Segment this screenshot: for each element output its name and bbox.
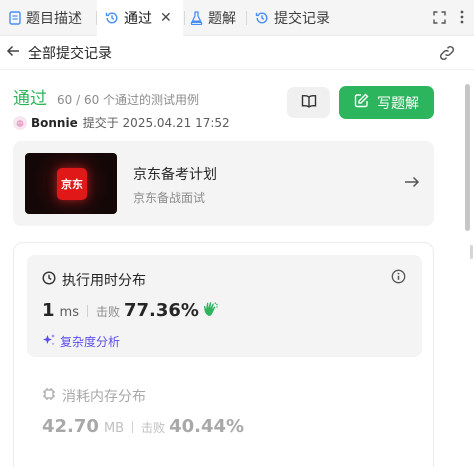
beat-label: 击败	[141, 421, 166, 435]
notebook-button[interactable]	[287, 87, 330, 118]
runtime-title: 执行用时分布	[42, 270, 146, 290]
write-solution-button[interactable]: 写题解	[339, 86, 434, 119]
memory-card[interactable]: 消耗内存分布 42.70 MB 击败 40.44%	[27, 371, 422, 467]
runtime-value: 1	[42, 300, 55, 321]
promo-subtitle: 京东备战面试	[133, 191, 206, 205]
submission-status: 通过 60 / 60 个通过的测试用例 Bonnie 提交于 2025.04.2…	[13, 84, 230, 131]
divider	[132, 420, 134, 433]
testcase-count: 60 / 60 个通过的测试用例	[57, 93, 200, 107]
breadcrumb: 全部提交记录	[0, 36, 474, 70]
complexity-analysis-link[interactable]: 复杂度分析	[42, 333, 120, 350]
tab-actions	[433, 0, 464, 36]
resize-handle[interactable]	[470, 245, 473, 259]
link-icon[interactable]	[438, 45, 456, 65]
more-icon[interactable]	[460, 9, 464, 28]
tab-divider	[246, 11, 247, 25]
promo-thumbnail: 京东	[25, 153, 117, 214]
back-title[interactable]: 全部提交记录	[28, 43, 112, 63]
info-icon[interactable]	[391, 269, 406, 288]
runtime-title-label: 执行用时分布	[62, 273, 146, 289]
beat-label: 击败	[95, 305, 120, 319]
username[interactable]: Bonnie	[31, 116, 78, 130]
memory-unit: MB	[103, 421, 125, 436]
scrollbar-thumb[interactable]	[465, 84, 470, 231]
clock-icon	[42, 271, 56, 289]
tab-description-label: 题目描述	[26, 11, 82, 27]
tab-solutions[interactable]: 题解	[190, 0, 236, 36]
expand-icon[interactable]	[433, 9, 446, 28]
divider	[86, 304, 88, 317]
history-icon	[255, 11, 269, 25]
promo-title: 京东备考计划	[133, 167, 217, 183]
tab-bar: 题目描述 通过 ✕ 题解 提交记录	[0, 0, 474, 36]
document-icon	[9, 11, 21, 25]
memory-title-label: 消耗内存分布	[62, 389, 146, 405]
status-label: 通过	[13, 89, 47, 109]
tab-solutions-label: 题解	[208, 11, 236, 27]
back-arrow-icon[interactable]	[6, 43, 20, 62]
memory-value: 42.70	[42, 416, 99, 437]
complexity-label: 复杂度分析	[60, 335, 121, 349]
runtime-unit: ms	[59, 305, 79, 320]
tab-accepted-label: 通过	[124, 11, 152, 27]
memory-beat-percent: 40.44%	[169, 416, 245, 437]
history-icon	[105, 11, 119, 25]
tab-submissions-label: 提交记录	[274, 11, 330, 27]
close-icon[interactable]: ✕	[160, 10, 172, 26]
tab-description[interactable]: 题目描述	[9, 0, 82, 36]
avatar[interactable]	[13, 115, 27, 130]
promo-card[interactable]: 京东 京东备考计划 京东备战面试	[13, 141, 434, 226]
stats-panel: 执行用时分布 1 ms 击败 77.36% 复杂度分析 消耗内存分布 42.70…	[13, 242, 434, 467]
runtime-card[interactable]: 执行用时分布 1 ms 击败 77.36% 复杂度分析	[27, 255, 422, 357]
memory-metric: 42.70 MB 击败 40.44%	[42, 416, 244, 437]
tab-accepted[interactable]: 通过 ✕	[97, 0, 183, 36]
jd-logo: 京东	[57, 168, 87, 200]
arrow-right-icon[interactable]	[404, 174, 420, 193]
write-solution-label: 写题解	[377, 95, 419, 112]
memory-title: 消耗内存分布	[42, 386, 146, 406]
clap-icon	[203, 301, 219, 321]
tab-divider	[184, 11, 185, 25]
submitted-time: 提交于 2025.04.21 17:52	[82, 116, 230, 130]
edit-icon	[354, 93, 369, 112]
runtime-metric: 1 ms 击败 77.36%	[42, 300, 219, 321]
sparkle-icon	[42, 333, 56, 350]
flask-icon	[190, 11, 203, 25]
tab-submissions[interactable]: 提交记录	[255, 0, 330, 36]
runtime-beat-percent: 77.36%	[123, 300, 199, 321]
book-icon	[301, 93, 317, 112]
chip-icon	[42, 387, 56, 405]
